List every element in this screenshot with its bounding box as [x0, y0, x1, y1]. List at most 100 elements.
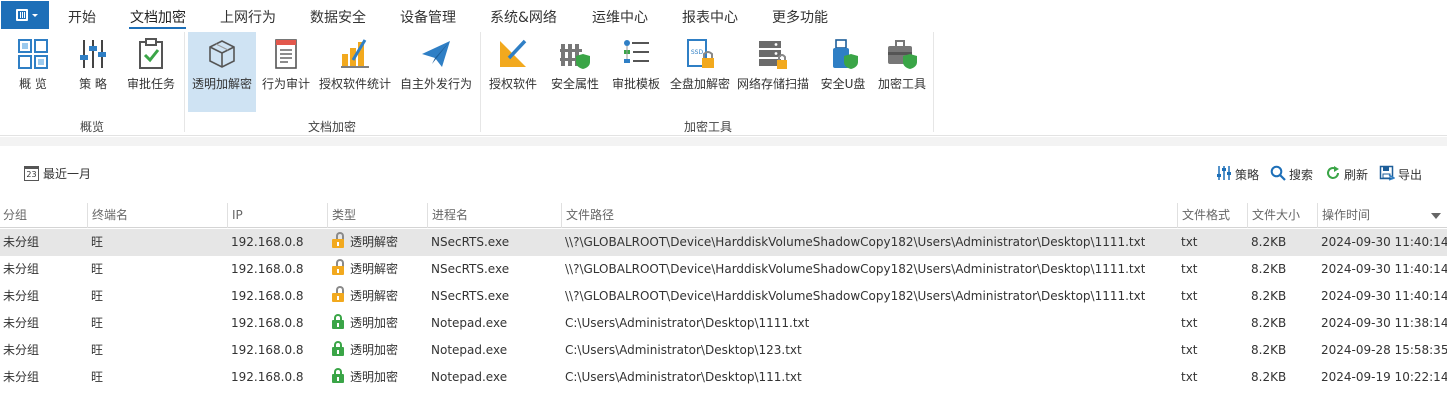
licensed-software-stats-icon [341, 39, 369, 68]
behavior-audit-label: 行为审计 [261, 77, 310, 91]
cell-ip: 192.168.0.8 [231, 370, 304, 384]
self-send-behavior-label: 自主外发行为 [399, 77, 472, 91]
ribbon: 概 览 策 略 审批任务 概览 透明加解密 行为审计 授权软件统计 自主外发行为… [0, 30, 1447, 136]
approval-template-icon [624, 40, 649, 63]
menu-tab-report-center[interactable]: 报表中心 [682, 7, 738, 27]
column-header-process[interactable]: 进程名 [427, 203, 561, 228]
cell-type: 透明解密 [331, 256, 398, 283]
policy-label: 策 略 [79, 77, 107, 91]
cell-terminal: 旺 [91, 289, 104, 303]
cell-file-path: C:\Users\Administrator\Desktop\123.txt [565, 343, 802, 357]
column-header-group[interactable]: 分组 [0, 203, 87, 228]
overview-label: 概 览 [19, 77, 47, 91]
network-storage-scan-button[interactable]: 网络存储扫描 [736, 32, 810, 112]
group-label-encryption-tools: 加密工具 [684, 120, 733, 134]
cell-type-label: 透明加密 [350, 343, 399, 357]
cell-operation-time: 2024-09-30 11:38:14 [1321, 316, 1447, 330]
menu-tab-more-features[interactable]: 更多功能 [772, 7, 828, 27]
refresh-toolbar-button[interactable]: 刷新 [1325, 165, 1373, 183]
cell-type: 透明加密 [331, 310, 398, 337]
unlocked-padlock-icon [331, 232, 345, 249]
approval-tasks-button[interactable]: 审批任务 [122, 32, 180, 112]
column-header-file-format[interactable]: 文件格式 [1177, 203, 1247, 228]
cell-file-format: txt [1181, 262, 1198, 276]
sort-descending-icon[interactable] [1431, 213, 1441, 219]
caret-down-icon [32, 14, 38, 17]
security-attribute-button[interactable]: 安全属性 [546, 32, 604, 112]
encryption-tools-button[interactable]: 加密工具 [874, 32, 930, 112]
cell-file-size: 8.2KB [1251, 235, 1287, 249]
column-header-terminal[interactable]: 终端名 [87, 203, 227, 228]
cell-group: 未分组 [3, 370, 40, 384]
app-menu-button[interactable] [1, 1, 49, 29]
security-attribute-icon [560, 44, 590, 69]
ribbon-group-divider [480, 32, 481, 132]
menu-tab-system-network[interactable]: 系统&网络 [490, 7, 557, 27]
cell-type-label: 透明加密 [350, 370, 399, 384]
self-send-behavior-button[interactable]: 自主外发行为 [396, 32, 476, 112]
overview-grid-icon [18, 39, 48, 69]
cell-type-label: 透明解密 [350, 262, 399, 276]
cell-file-size: 8.2KB [1251, 370, 1287, 384]
ribbon-separator-strip [0, 137, 1447, 146]
approval-template-label: 审批模板 [611, 77, 660, 91]
licensed-software-label: 授权软件 [488, 77, 537, 91]
cell-terminal: 旺 [91, 235, 104, 249]
cell-operation-time: 2024-09-30 11:40:14 [1321, 289, 1447, 303]
cell-file-size: 8.2KB [1251, 316, 1287, 330]
full-disk-crypto-button[interactable]: SSD 全盘加解密 [666, 32, 734, 112]
secure-usb-button[interactable]: 安全U盘 [814, 32, 872, 112]
cell-ip: 192.168.0.8 [231, 316, 304, 330]
cell-file-format: txt [1181, 235, 1198, 249]
cell-file-path: \\?\GLOBALROOT\Device\HarddiskVolumeShad… [565, 262, 1146, 276]
column-header-file-path[interactable]: 文件路径 [561, 203, 1177, 228]
approval-template-button[interactable]: 审批模板 [608, 32, 664, 112]
full-disk-crypto-icon: SSD [687, 39, 714, 68]
licensed-software-stats-label: 授权软件统计 [318, 77, 391, 91]
export-toolbar-button[interactable]: 导出 [1379, 165, 1427, 183]
date-filter-button[interactable]: 23 最近一月 [24, 165, 91, 183]
table-row[interactable]: 未分组 旺 192.168.0.8 透明解密 NSecRTS.exe \\?\GLOBAL… [0, 256, 1447, 283]
column-header-type[interactable]: 类型 [327, 203, 427, 228]
menu-tab-ops-center[interactable]: 运维中心 [592, 7, 648, 27]
policy-button[interactable]: 策 略 [64, 32, 122, 112]
menu-tab-device-management[interactable]: 设备管理 [400, 7, 456, 27]
table-row[interactable]: 未分组 旺 192.168.0.8 透明加密 Notepad.exe C:\Users\A… [0, 337, 1447, 364]
app-menu-icon [16, 9, 28, 21]
secure-usb-icon [833, 39, 858, 69]
cell-file-format: txt [1181, 343, 1198, 357]
cell-file-format: txt [1181, 316, 1198, 330]
search-toolbar-button[interactable]: 搜索 [1270, 165, 1318, 183]
table-row[interactable]: 未分组 旺 192.168.0.8 透明加密 Notepad.exe C:\Users\A… [0, 364, 1447, 391]
table-row[interactable]: 未分组 旺 192.168.0.8 透明加密 Notepad.exe C:\Users\A… [0, 310, 1447, 337]
column-header-ip[interactable]: IP [227, 203, 327, 228]
policy-sliders-icon [1217, 166, 1231, 180]
menu-tab-data-security[interactable]: 数据安全 [310, 7, 366, 27]
cell-file-path: \\?\GLOBALROOT\Device\HarddiskVolumeShad… [565, 235, 1146, 249]
approval-tasks-label: 审批任务 [126, 77, 175, 91]
column-header-file-size[interactable]: 文件大小 [1247, 203, 1317, 228]
licensed-software-stats-button[interactable]: 授权软件统计 [316, 32, 394, 112]
table-row[interactable]: 未分组 旺 192.168.0.8 透明解密 NSecRTS.exe \\?\GLOBAL… [0, 229, 1447, 256]
menu-tab-start[interactable]: 开始 [68, 7, 96, 27]
behavior-audit-button[interactable]: 行为审计 [258, 32, 314, 112]
policy-toolbar-button[interactable]: 策略 [1216, 165, 1264, 183]
menu-tab-internet-behavior[interactable]: 上网行为 [220, 7, 276, 27]
cell-type-label: 透明加密 [350, 316, 399, 330]
cell-process: NSecRTS.exe [431, 289, 510, 303]
cell-type: 透明加密 [331, 364, 398, 391]
refresh-toolbar-label: 刷新 [1344, 168, 1369, 182]
overview-button[interactable]: 概 览 [4, 32, 62, 112]
licensed-software-button[interactable]: 授权软件 [484, 32, 542, 112]
cell-operation-time: 2024-09-30 11:40:14 [1321, 262, 1447, 276]
menu-tab-document-encryption[interactable]: 文档加密 [130, 7, 186, 27]
ribbon-group-divider [933, 32, 934, 132]
cell-type-label: 透明解密 [350, 289, 399, 303]
svg-text:SSD: SSD [691, 49, 704, 56]
column-header-operation-time[interactable]: 操作时间 [1317, 203, 1447, 228]
table-header: 分组 终端名 IP 类型 进程名 文件路径 文件格式 文件大小 操作时间 [0, 203, 1447, 228]
transparent-crypto-button[interactable]: 透明加解密 [188, 32, 256, 112]
network-storage-scan-label: 网络存储扫描 [736, 77, 809, 91]
network-storage-scan-icon [759, 41, 787, 69]
table-row[interactable]: 未分组 旺 192.168.0.8 透明解密 NSecRTS.exe \\?\GLOBAL… [0, 283, 1447, 310]
